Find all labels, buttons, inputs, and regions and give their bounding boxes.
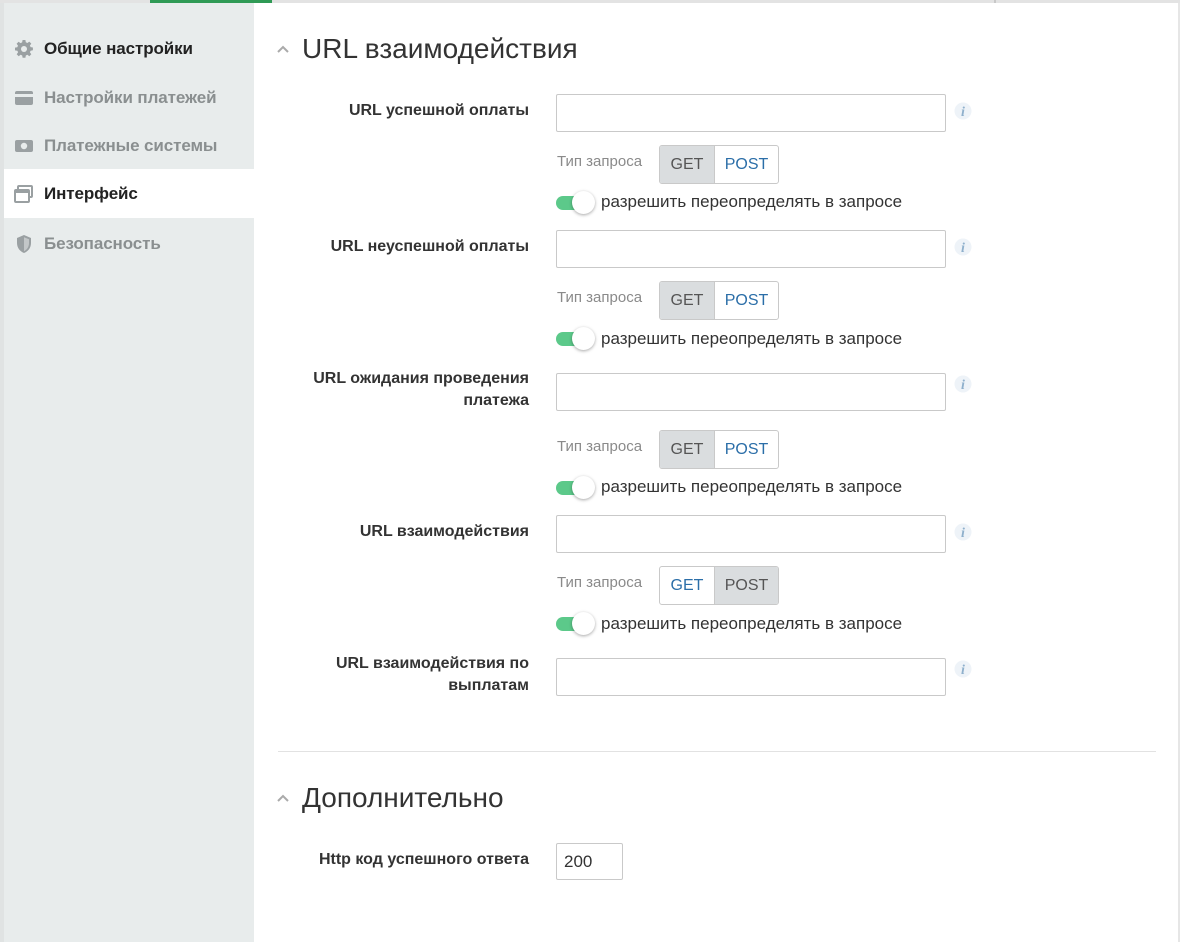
fail-url-label: URL неуспешной оплаты [330,238,529,255]
section-header-urls[interactable]: URL взаимодействия [276,33,578,65]
method-post-option[interactable]: POST [714,431,778,468]
chevron-up-icon[interactable] [276,42,290,56]
svg-text:i: i [961,241,965,256]
payout-url-input[interactable] [556,658,946,696]
override-label: разрешить переопределять в запросе [601,477,903,496]
toggle-knob [572,191,595,214]
info-icon[interactable]: i [954,521,972,543]
svg-text:i: i [961,105,965,120]
override-toggle[interactable] [556,191,595,214]
sidebar: Общие настройки Настройки платежей Плате… [0,3,254,942]
toggle-knob [572,476,595,499]
request-type-label: Тип запроса [557,438,643,455]
money-icon [14,136,34,156]
svg-text:i: i [961,526,965,541]
sidebar-item-label: Безопасность [44,233,161,253]
section-title: Дополнительно [302,782,504,813]
method-post-option[interactable]: POST [714,567,778,604]
interaction-url-input[interactable] [556,515,946,553]
sidebar-item-label: Интерфейс [44,183,138,203]
http-code-input[interactable]: 200 [556,843,623,880]
gear-icon [14,39,34,59]
svg-text:i: i [961,663,965,678]
override-label: разрешить переопределять в запросе [601,329,903,348]
request-method-switch: GET POST [659,145,779,184]
sidebar-item-label: Платежные системы [44,135,218,155]
fail-url-input[interactable] [556,230,946,268]
sidebar-item-payment-settings[interactable]: Настройки платежей [4,73,254,122]
success-url-input[interactable] [556,94,946,132]
request-type-label: Тип запроса [557,574,643,591]
main-content: URL взаимодействия URL успешной оплаты i… [254,3,1180,942]
pending-url-label-line2: платежа [463,392,529,409]
method-post-option[interactable]: POST [714,282,778,319]
payout-url-label: URL взаимодействия по выплатам [269,653,529,697]
method-get-option[interactable]: GET [660,567,714,604]
request-method-switch: GET POST [659,566,779,605]
request-method-switch: GET POST [659,430,779,469]
override-toggle[interactable] [556,327,595,350]
section-divider [278,751,1156,752]
sidebar-item-label: Настройки платежей [44,87,217,107]
card-icon [14,88,34,108]
info-icon[interactable]: i [954,658,972,680]
chevron-up-icon[interactable] [276,791,290,805]
sidebar-item-payment-systems[interactable]: Платежные системы [4,121,254,170]
sidebar-item-security[interactable]: Безопасность [4,219,254,268]
success-url-label: URL успешной оплаты [348,102,529,119]
http-code-label: Http код успешного ответа [318,851,529,868]
request-type-label: Тип запроса [557,153,643,170]
method-post-option[interactable]: POST [714,146,778,183]
payout-url-label-line2: выплатам [448,677,529,694]
override-label: разрешить переопределять в запросе [601,614,903,633]
svg-text:i: i [961,378,965,393]
section-header-extra[interactable]: Дополнительно [276,782,504,814]
section-title: URL взаимодействия [302,33,578,64]
pending-url-label-line1: URL ожидания проведения [313,370,529,387]
toggle-knob [572,612,595,635]
method-get-option[interactable]: GET [660,431,714,468]
pending-url-label: URL ожидания проведения платежа [269,368,529,412]
sidebar-item-general[interactable]: Общие настройки [4,24,254,73]
method-get-option[interactable]: GET [660,282,714,319]
override-toggle[interactable] [556,476,595,499]
interaction-url-label: URL взаимодействия [359,523,529,540]
method-get-option[interactable]: GET [660,146,714,183]
sidebar-item-interface[interactable]: Интерфейс [4,169,254,218]
override-toggle[interactable] [556,612,595,635]
override-label: разрешить переопределять в запросе [601,192,903,211]
window-icon [14,184,34,204]
info-icon[interactable]: i [954,236,972,258]
payout-url-label-line1: URL взаимодействия по [335,655,529,672]
request-method-switch: GET POST [659,281,779,320]
shield-icon [14,234,34,254]
request-type-label: Тип запроса [557,289,643,306]
toggle-knob [572,327,595,350]
sidebar-item-label: Общие настройки [44,38,193,58]
info-icon[interactable]: i [954,373,972,395]
info-icon[interactable]: i [954,100,972,122]
pending-url-input[interactable] [556,373,946,411]
